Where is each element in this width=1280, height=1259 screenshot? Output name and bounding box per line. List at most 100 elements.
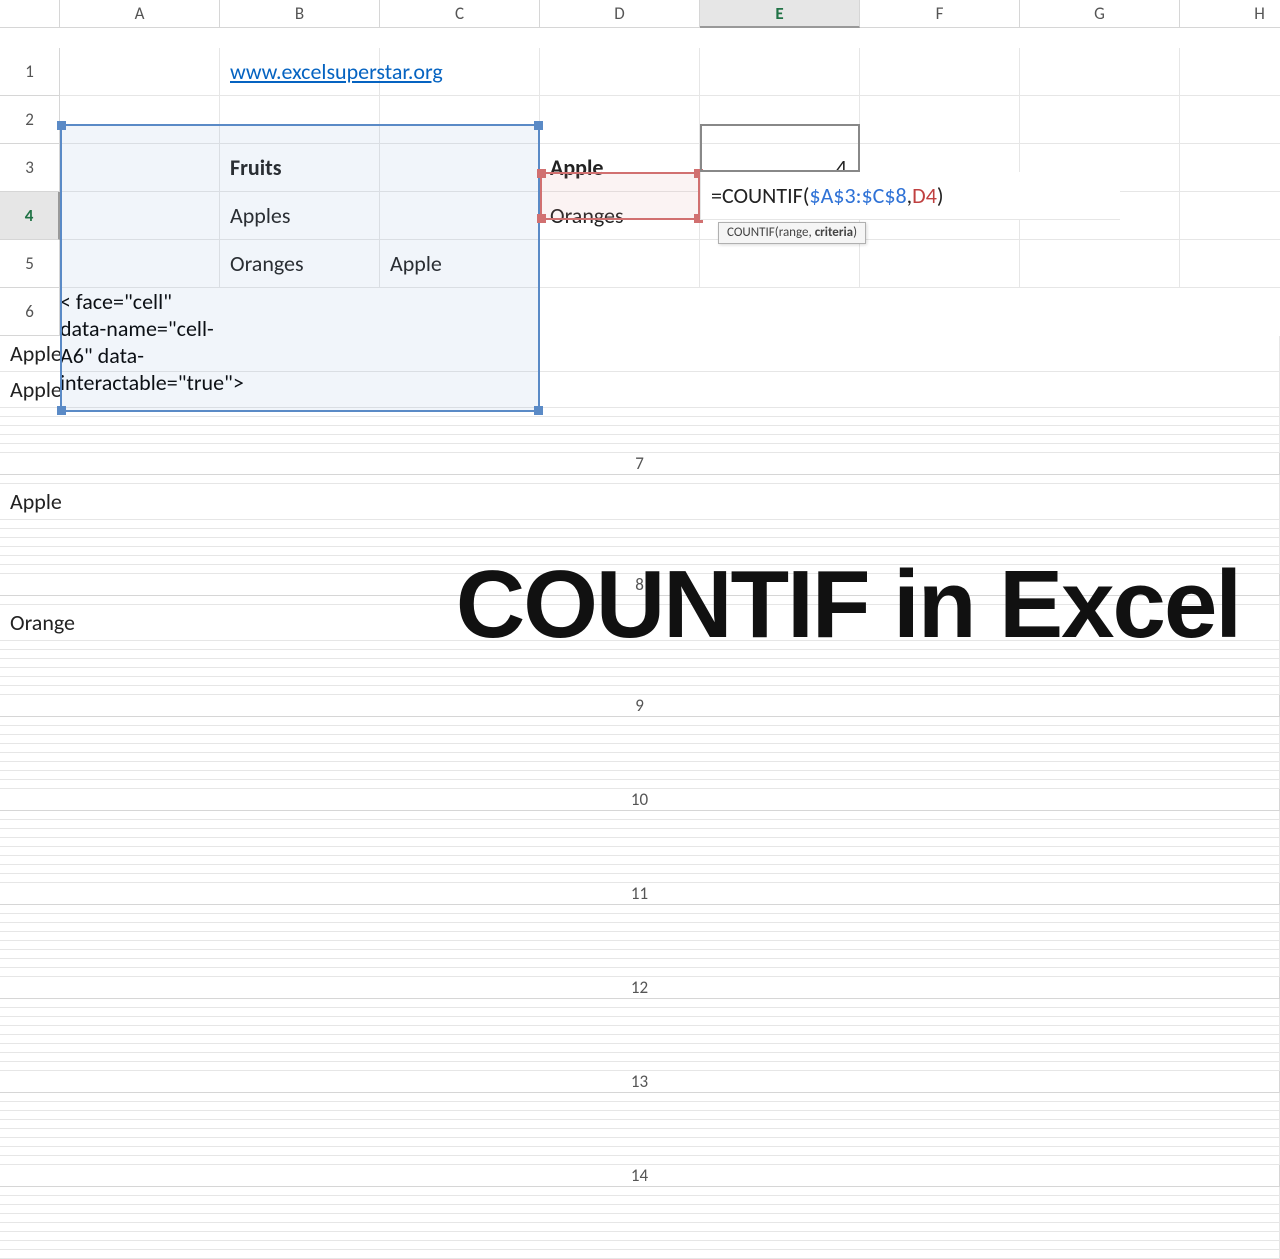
cell-C2[interactable] bbox=[380, 96, 540, 144]
cell-B14[interactable] bbox=[0, 1196, 1280, 1205]
cell-G11[interactable] bbox=[0, 959, 1280, 968]
cell-H12[interactable] bbox=[0, 1062, 1280, 1071]
cell-H8[interactable] bbox=[0, 686, 1280, 695]
cell-D3[interactable]: Apple bbox=[540, 144, 700, 192]
cell-C7[interactable] bbox=[0, 520, 1280, 529]
row-header-2[interactable]: 2 bbox=[0, 96, 60, 144]
cell-G14[interactable] bbox=[0, 1241, 1280, 1250]
cell-E12[interactable] bbox=[0, 1035, 1280, 1044]
cell-F5[interactable] bbox=[860, 240, 1020, 288]
cell-B4[interactable]: Apples bbox=[220, 192, 380, 240]
cell-H9[interactable] bbox=[0, 780, 1280, 789]
cell-E5[interactable] bbox=[700, 240, 860, 288]
cell-G5[interactable] bbox=[1020, 240, 1180, 288]
cell-H1[interactable] bbox=[1180, 48, 1280, 96]
cell-E10[interactable] bbox=[0, 847, 1280, 856]
col-header-D[interactable]: D bbox=[540, 0, 700, 28]
cell-F1[interactable] bbox=[860, 48, 1020, 96]
cell-B5[interactable]: Oranges bbox=[220, 240, 380, 288]
cell-E1[interactable] bbox=[700, 48, 860, 96]
cell-H14[interactable] bbox=[0, 1250, 1280, 1259]
cell-B12[interactable] bbox=[0, 1008, 1280, 1017]
cell-D10[interactable] bbox=[0, 838, 1280, 847]
cell-H11[interactable] bbox=[0, 968, 1280, 977]
row-header-14[interactable]: 14 bbox=[0, 1165, 1280, 1187]
cell-F14[interactable] bbox=[0, 1232, 1280, 1241]
cell-C4[interactable] bbox=[380, 192, 540, 240]
cell-G1[interactable] bbox=[1020, 48, 1180, 96]
cell-C11[interactable] bbox=[0, 923, 1280, 932]
cell-B3[interactable]: Fruits bbox=[220, 144, 380, 192]
cell-E8[interactable] bbox=[0, 659, 1280, 668]
cell-E9[interactable] bbox=[0, 753, 1280, 762]
row-header-9[interactable]: 9 bbox=[0, 695, 1280, 717]
row-header-5[interactable]: 5 bbox=[0, 240, 60, 288]
row-header-7[interactable]: 7 bbox=[0, 453, 1280, 475]
cell-A2[interactable] bbox=[60, 96, 220, 144]
col-header-H[interactable]: H bbox=[1180, 0, 1280, 28]
row-header-12[interactable]: 12 bbox=[0, 977, 1280, 999]
select-all-corner[interactable] bbox=[0, 0, 60, 28]
cell-B7[interactable]: Apple bbox=[0, 484, 1280, 520]
cell-G12[interactable] bbox=[0, 1053, 1280, 1062]
col-header-C[interactable]: C bbox=[380, 0, 540, 28]
cell-E13[interactable] bbox=[0, 1129, 1280, 1138]
cell-E7[interactable] bbox=[0, 538, 1280, 547]
cell-H10[interactable] bbox=[0, 874, 1280, 883]
cell-A11[interactable] bbox=[0, 905, 1280, 914]
cell-D9[interactable] bbox=[0, 744, 1280, 753]
col-header-A[interactable]: A bbox=[60, 0, 220, 28]
row-header-10[interactable]: 10 bbox=[0, 789, 1280, 811]
cell-A12[interactable] bbox=[0, 999, 1280, 1008]
cell-A7[interactable] bbox=[0, 475, 1280, 484]
cell-G2[interactable] bbox=[1020, 96, 1180, 144]
cell-A9[interactable] bbox=[0, 717, 1280, 726]
row-header-3[interactable]: 3 bbox=[0, 144, 60, 192]
cell-C12[interactable] bbox=[0, 1017, 1280, 1026]
cell-A3[interactable] bbox=[60, 144, 220, 192]
cell-B10[interactable] bbox=[0, 820, 1280, 829]
cell-A5[interactable] bbox=[60, 240, 220, 288]
cell-F10[interactable] bbox=[0, 856, 1280, 865]
cell-F13[interactable] bbox=[0, 1138, 1280, 1147]
cell-G13[interactable] bbox=[0, 1147, 1280, 1156]
cell-H2[interactable] bbox=[1180, 96, 1280, 144]
cell-B13[interactable] bbox=[0, 1102, 1280, 1111]
cell-A4[interactable] bbox=[60, 192, 220, 240]
cell-F8[interactable] bbox=[0, 668, 1280, 677]
cell-G10[interactable] bbox=[0, 865, 1280, 874]
cell-B11[interactable] bbox=[0, 914, 1280, 923]
col-header-G[interactable]: G bbox=[1020, 0, 1180, 28]
cell-F11[interactable] bbox=[0, 950, 1280, 959]
col-header-E[interactable]: E bbox=[700, 0, 860, 28]
cell-A1[interactable] bbox=[60, 48, 220, 96]
cell-F12[interactable] bbox=[0, 1044, 1280, 1053]
cell-C5[interactable]: Apple bbox=[380, 240, 540, 288]
cell-A10[interactable] bbox=[0, 811, 1280, 820]
cell-B6[interactable]: Apple bbox=[0, 336, 1280, 372]
cell-B9[interactable] bbox=[0, 726, 1280, 735]
cell-C14[interactable] bbox=[0, 1205, 1280, 1214]
cell-D1[interactable] bbox=[540, 48, 700, 96]
cell-A14[interactable] bbox=[0, 1187, 1280, 1196]
col-header-B[interactable]: B bbox=[220, 0, 380, 28]
cell-D11[interactable] bbox=[0, 932, 1280, 941]
cell-D7[interactable] bbox=[0, 529, 1280, 538]
cell-G8[interactable] bbox=[0, 677, 1280, 686]
row-header-1[interactable]: 1 bbox=[0, 48, 60, 96]
spreadsheet-grid[interactable]: A B C D E F G H 1 www.excelsuperstar.org… bbox=[0, 0, 1280, 336]
cell-D2[interactable] bbox=[540, 96, 700, 144]
cell-F2[interactable] bbox=[860, 96, 1020, 144]
cell-H3[interactable] bbox=[1180, 144, 1280, 192]
cell-D14[interactable] bbox=[0, 1214, 1280, 1223]
cell-D12[interactable] bbox=[0, 1026, 1280, 1035]
cell-H6[interactable] bbox=[0, 444, 1280, 453]
cell-F9[interactable] bbox=[0, 762, 1280, 771]
cell-A13[interactable] bbox=[0, 1093, 1280, 1102]
cell-H13[interactable] bbox=[0, 1156, 1280, 1165]
cell-H5[interactable] bbox=[1180, 240, 1280, 288]
cell-E2[interactable] bbox=[700, 96, 860, 144]
cell-E6[interactable] bbox=[0, 417, 1280, 426]
cell-C10[interactable] bbox=[0, 829, 1280, 838]
row-header-6[interactable]: 6 bbox=[0, 288, 60, 336]
